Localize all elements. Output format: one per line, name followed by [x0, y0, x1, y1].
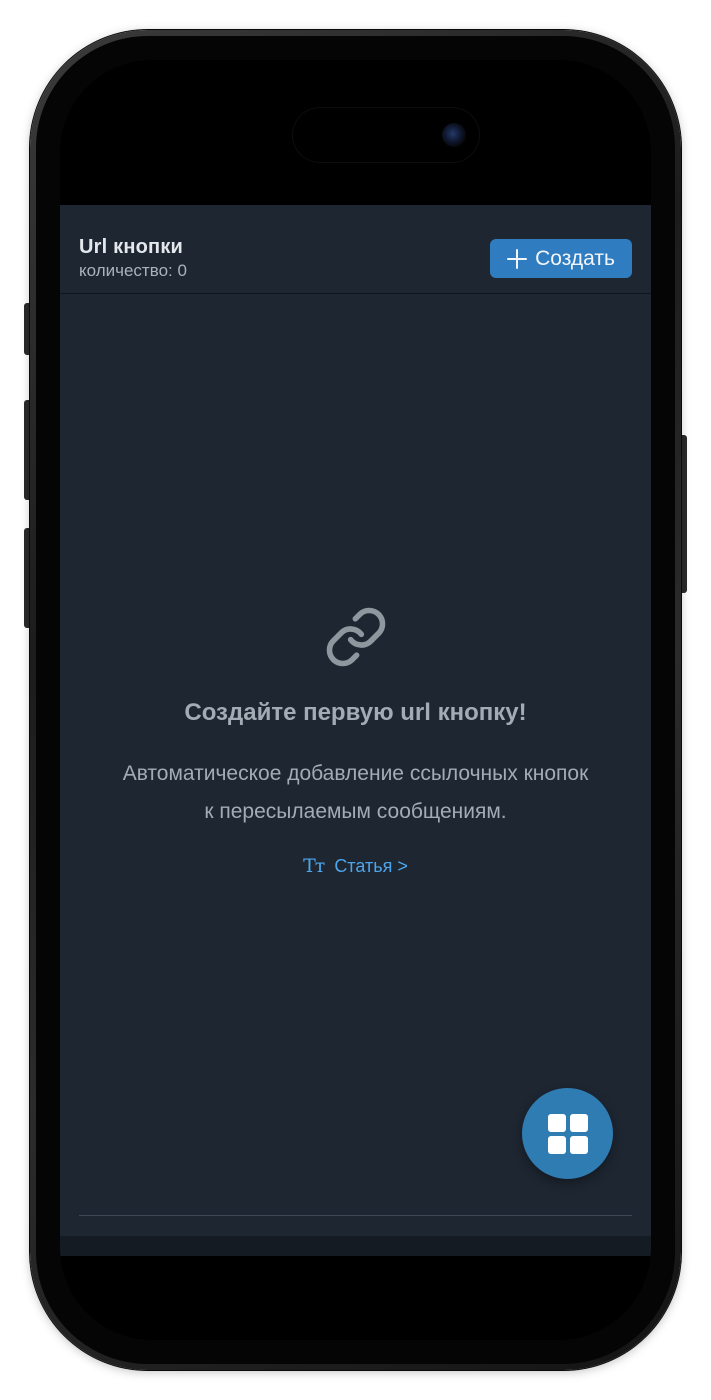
bottom-bar	[60, 1236, 651, 1256]
dynamic-island	[292, 107, 480, 163]
create-button-label: Создать	[535, 246, 615, 270]
create-button[interactable]: Создать	[490, 239, 632, 278]
description-line: к пересылаемым сообщениям.	[204, 800, 507, 823]
device-mockup: Url кнопки количество: 0 Создать Создайт…	[0, 0, 711, 1400]
camera-icon	[442, 123, 466, 147]
plus-icon	[507, 248, 528, 269]
page-header: Url кнопки количество: 0 Создать	[60, 205, 651, 294]
divider	[79, 1215, 632, 1216]
empty-state-description: Автоматическое добавление ссылочных кноп…	[60, 755, 651, 831]
page-title: Url кнопки	[79, 236, 184, 258]
count-label: количество: 0	[79, 261, 187, 280]
phone-frame: Url кнопки количество: 0 Создать Создайт…	[30, 30, 681, 1370]
grid-icon	[547, 1113, 588, 1154]
app-view: Url кнопки количество: 0 Создать Создайт…	[60, 205, 651, 1236]
menu-fab-button[interactable]	[522, 1088, 613, 1179]
article-link-label: Статья >	[334, 855, 408, 876]
phone-bezel: Url кнопки количество: 0 Создать Создайт…	[36, 36, 675, 1364]
empty-state-title: Создайте первую url кнопку!	[184, 699, 527, 726]
article-link[interactable]: Tт Статья >	[303, 855, 408, 877]
text-format-icon: Tт	[303, 855, 325, 877]
phone-screen: Url кнопки количество: 0 Создать Создайт…	[60, 60, 651, 1340]
empty-state: Создайте первую url кнопку! Автоматическ…	[60, 605, 651, 877]
link-icon	[326, 607, 385, 667]
description-line: Автоматическое добавление ссылочных кноп…	[122, 762, 589, 785]
